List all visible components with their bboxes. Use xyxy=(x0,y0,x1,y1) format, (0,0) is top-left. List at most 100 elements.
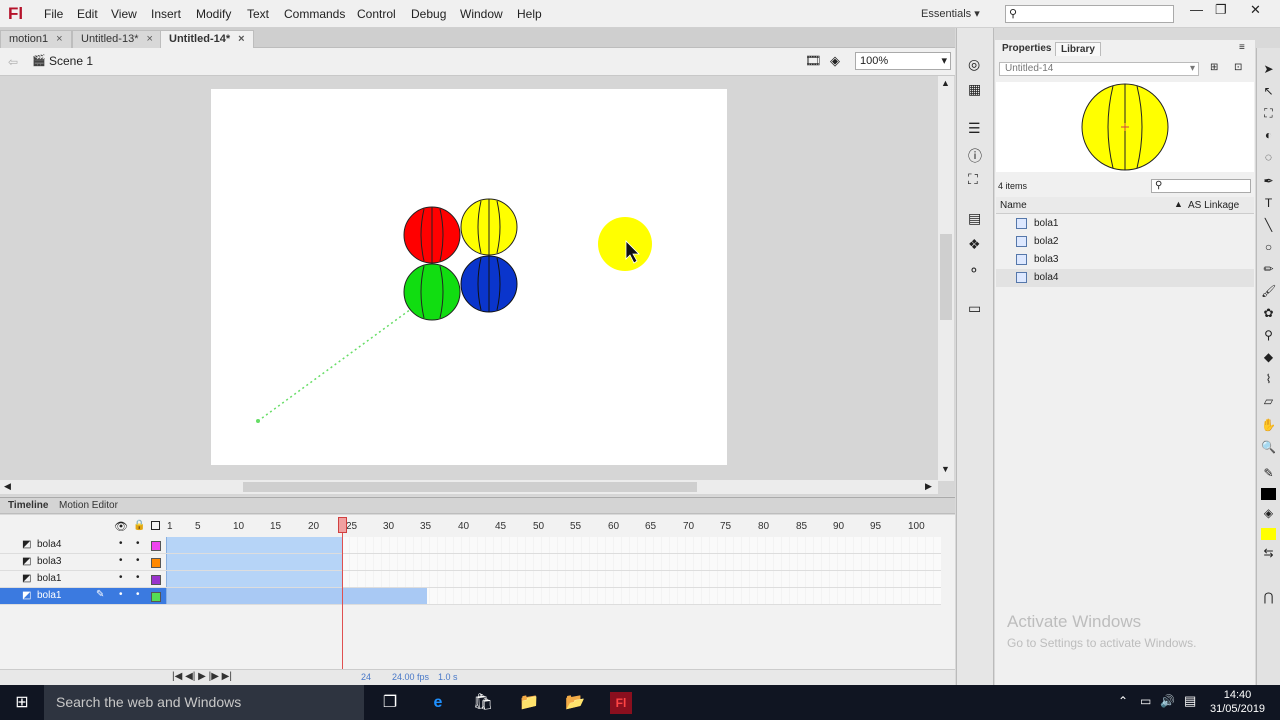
eraser-tool-icon[interactable]: ▱ xyxy=(1261,394,1276,409)
library-document-select[interactable]: Untitled-14 ▾ xyxy=(999,62,1199,76)
3d-rotation-tool-icon[interactable]: ◐ xyxy=(1261,128,1276,143)
close-icon[interactable]: × xyxy=(56,33,62,45)
close-icon[interactable]: × xyxy=(238,33,244,45)
brush-tool-icon[interactable]: 🖌 xyxy=(1261,284,1276,299)
taskbar-clock[interactable]: 14:40 31/05/2019 xyxy=(1210,688,1265,716)
help-search-input[interactable]: ⚲ xyxy=(1005,5,1174,23)
history-icon[interactable]: ▭ xyxy=(968,300,981,317)
menu-edit[interactable]: Edit xyxy=(77,7,98,21)
motion-tween-span[interactable] xyxy=(166,571,342,587)
fill-color-icon[interactable]: ◈ xyxy=(1261,506,1276,521)
library-item-selected[interactable]: bola4 xyxy=(996,269,1254,287)
bone-tool-icon[interactable]: ⚲ xyxy=(1261,328,1276,343)
tab-motion1[interactable]: motion1 × xyxy=(0,30,72,48)
tab-library[interactable]: Library xyxy=(1055,42,1101,56)
new-library-panel-icon[interactable]: ⊡ xyxy=(1234,62,1242,73)
visibility-dot[interactable]: • xyxy=(119,538,123,549)
menu-text[interactable]: Text xyxy=(247,7,269,21)
scroll-thumb[interactable] xyxy=(243,482,697,492)
stroke-color-icon[interactable]: ✎ xyxy=(1261,466,1276,481)
motion-tween-span[interactable] xyxy=(166,554,342,570)
frame-rate[interactable]: 24.00 fps xyxy=(392,672,429,682)
back-arrow-icon[interactable]: ⇦ xyxy=(8,55,18,69)
selection-tool-icon[interactable]: ➤ xyxy=(1261,62,1276,77)
windows-start-icon[interactable]: ⊞ xyxy=(11,692,33,714)
code-snippets-icon[interactable]: ▤ xyxy=(968,210,981,227)
menu-commands[interactable]: Commands xyxy=(284,7,345,21)
motion-presets-icon[interactable]: ⚬ xyxy=(968,262,980,279)
color-wheel-icon[interactable]: ◎ xyxy=(968,56,980,73)
playhead[interactable] xyxy=(342,517,343,672)
path-start-point[interactable] xyxy=(256,419,260,423)
swap-colors-icon[interactable]: ⇆ xyxy=(1261,546,1276,561)
free-transform-tool-icon[interactable]: ⛶ xyxy=(1261,106,1276,121)
chevron-up-icon[interactable]: ⌃ xyxy=(1118,694,1128,708)
menu-window[interactable]: Window xyxy=(460,7,503,21)
volume-icon[interactable]: 🔊 xyxy=(1160,694,1175,708)
menu-control[interactable]: Control xyxy=(357,7,396,21)
close-button[interactable]: ✕ xyxy=(1250,2,1261,18)
tab-timeline[interactable]: Timeline xyxy=(8,500,48,511)
column-linkage[interactable]: AS Linkage xyxy=(1188,200,1239,211)
edge-browser-icon[interactable]: e xyxy=(427,692,449,714)
restore-button[interactable]: ❐ xyxy=(1215,2,1227,18)
pin-library-icon[interactable]: ⊞ xyxy=(1210,62,1218,73)
store-icon[interactable]: 🛍 xyxy=(472,692,494,714)
layer-row[interactable]: ◩ bola1 • • xyxy=(0,571,166,588)
menu-insert[interactable]: Insert xyxy=(151,7,181,21)
menu-file[interactable]: File xyxy=(44,7,63,21)
lock-dot[interactable]: • xyxy=(136,572,140,583)
info-icon[interactable]: ⓘ xyxy=(968,146,982,166)
lock-dot[interactable]: • xyxy=(136,538,140,549)
tab-motion-editor[interactable]: Motion Editor xyxy=(59,500,118,511)
panel-menu-icon[interactable]: ≡ xyxy=(1239,42,1245,53)
yellow-ball[interactable] xyxy=(460,198,518,256)
menu-modify[interactable]: Modify xyxy=(196,7,231,21)
edit-scene-icon[interactable]: 🎞 xyxy=(805,53,822,69)
tab-properties[interactable]: Properties xyxy=(997,42,1056,55)
battery-icon[interactable]: ▭ xyxy=(1140,694,1151,708)
layer-name[interactable]: bola1 xyxy=(37,590,61,601)
task-view-icon[interactable]: ❐ xyxy=(379,692,401,714)
menu-debug[interactable]: Debug xyxy=(411,7,446,21)
chevron-right-icon[interactable]: ▶ xyxy=(925,481,932,492)
green-ball[interactable] xyxy=(403,263,461,321)
oval-tool-icon[interactable]: ○ xyxy=(1261,240,1276,255)
frame-grid[interactable] xyxy=(166,537,941,605)
tab-untitled-14[interactable]: Untitled-14* × xyxy=(160,30,254,48)
eyedropper-tool-icon[interactable]: ⌇ xyxy=(1261,372,1276,387)
pencil-tool-icon[interactable]: ✏ xyxy=(1261,262,1276,277)
current-frame[interactable]: 24 xyxy=(361,672,371,682)
frame-row[interactable] xyxy=(166,588,941,605)
hand-tool-icon[interactable]: ✋ xyxy=(1261,418,1276,433)
outline-icon[interactable] xyxy=(151,521,160,530)
frame-row[interactable] xyxy=(166,571,941,588)
lasso-tool-icon[interactable]: ◌ xyxy=(1261,150,1276,165)
swatches-icon[interactable]: ▦ xyxy=(968,81,981,98)
outline-color-swatch[interactable] xyxy=(151,558,161,568)
layer-name[interactable]: bola3 xyxy=(37,556,61,567)
outline-color-swatch[interactable] xyxy=(151,575,161,585)
lock-icon[interactable]: 🔒 xyxy=(133,520,145,531)
paint-bucket-tool-icon[interactable]: ◆ xyxy=(1261,350,1276,365)
eye-icon[interactable]: 👁 xyxy=(114,520,128,533)
visibility-dot[interactable]: • xyxy=(119,572,123,583)
playback-controls[interactable]: |◀ ◀| ▶ |▶ ▶| xyxy=(172,671,232,682)
stage-vertical-scrollbar[interactable]: ▲ ▼ xyxy=(938,76,954,481)
chevron-down-icon[interactable]: ▼ xyxy=(941,464,950,474)
pen-tool-icon[interactable]: ✒ xyxy=(1261,174,1276,189)
menu-help[interactable]: Help xyxy=(517,7,542,21)
visibility-dot[interactable]: • xyxy=(119,555,123,566)
taskbar-search-box[interactable]: Search the web and Windows xyxy=(44,685,364,720)
outline-color-swatch[interactable] xyxy=(151,541,161,551)
frame-row[interactable] xyxy=(166,537,941,554)
layer-row-selected[interactable]: ◩ bola1 ✎ • • xyxy=(0,588,166,605)
lock-dot[interactable]: • xyxy=(136,555,140,566)
subselection-tool-icon[interactable]: ↖ xyxy=(1261,84,1276,99)
close-icon[interactable]: × xyxy=(146,33,152,45)
playhead-handle[interactable] xyxy=(338,517,347,533)
chevron-left-icon[interactable]: ◀ xyxy=(4,481,11,492)
edit-symbols-icon[interactable]: ◈ xyxy=(830,53,840,69)
sort-up-icon[interactable]: ▲ xyxy=(1174,199,1183,209)
library-item[interactable]: bola2 xyxy=(996,233,1254,251)
